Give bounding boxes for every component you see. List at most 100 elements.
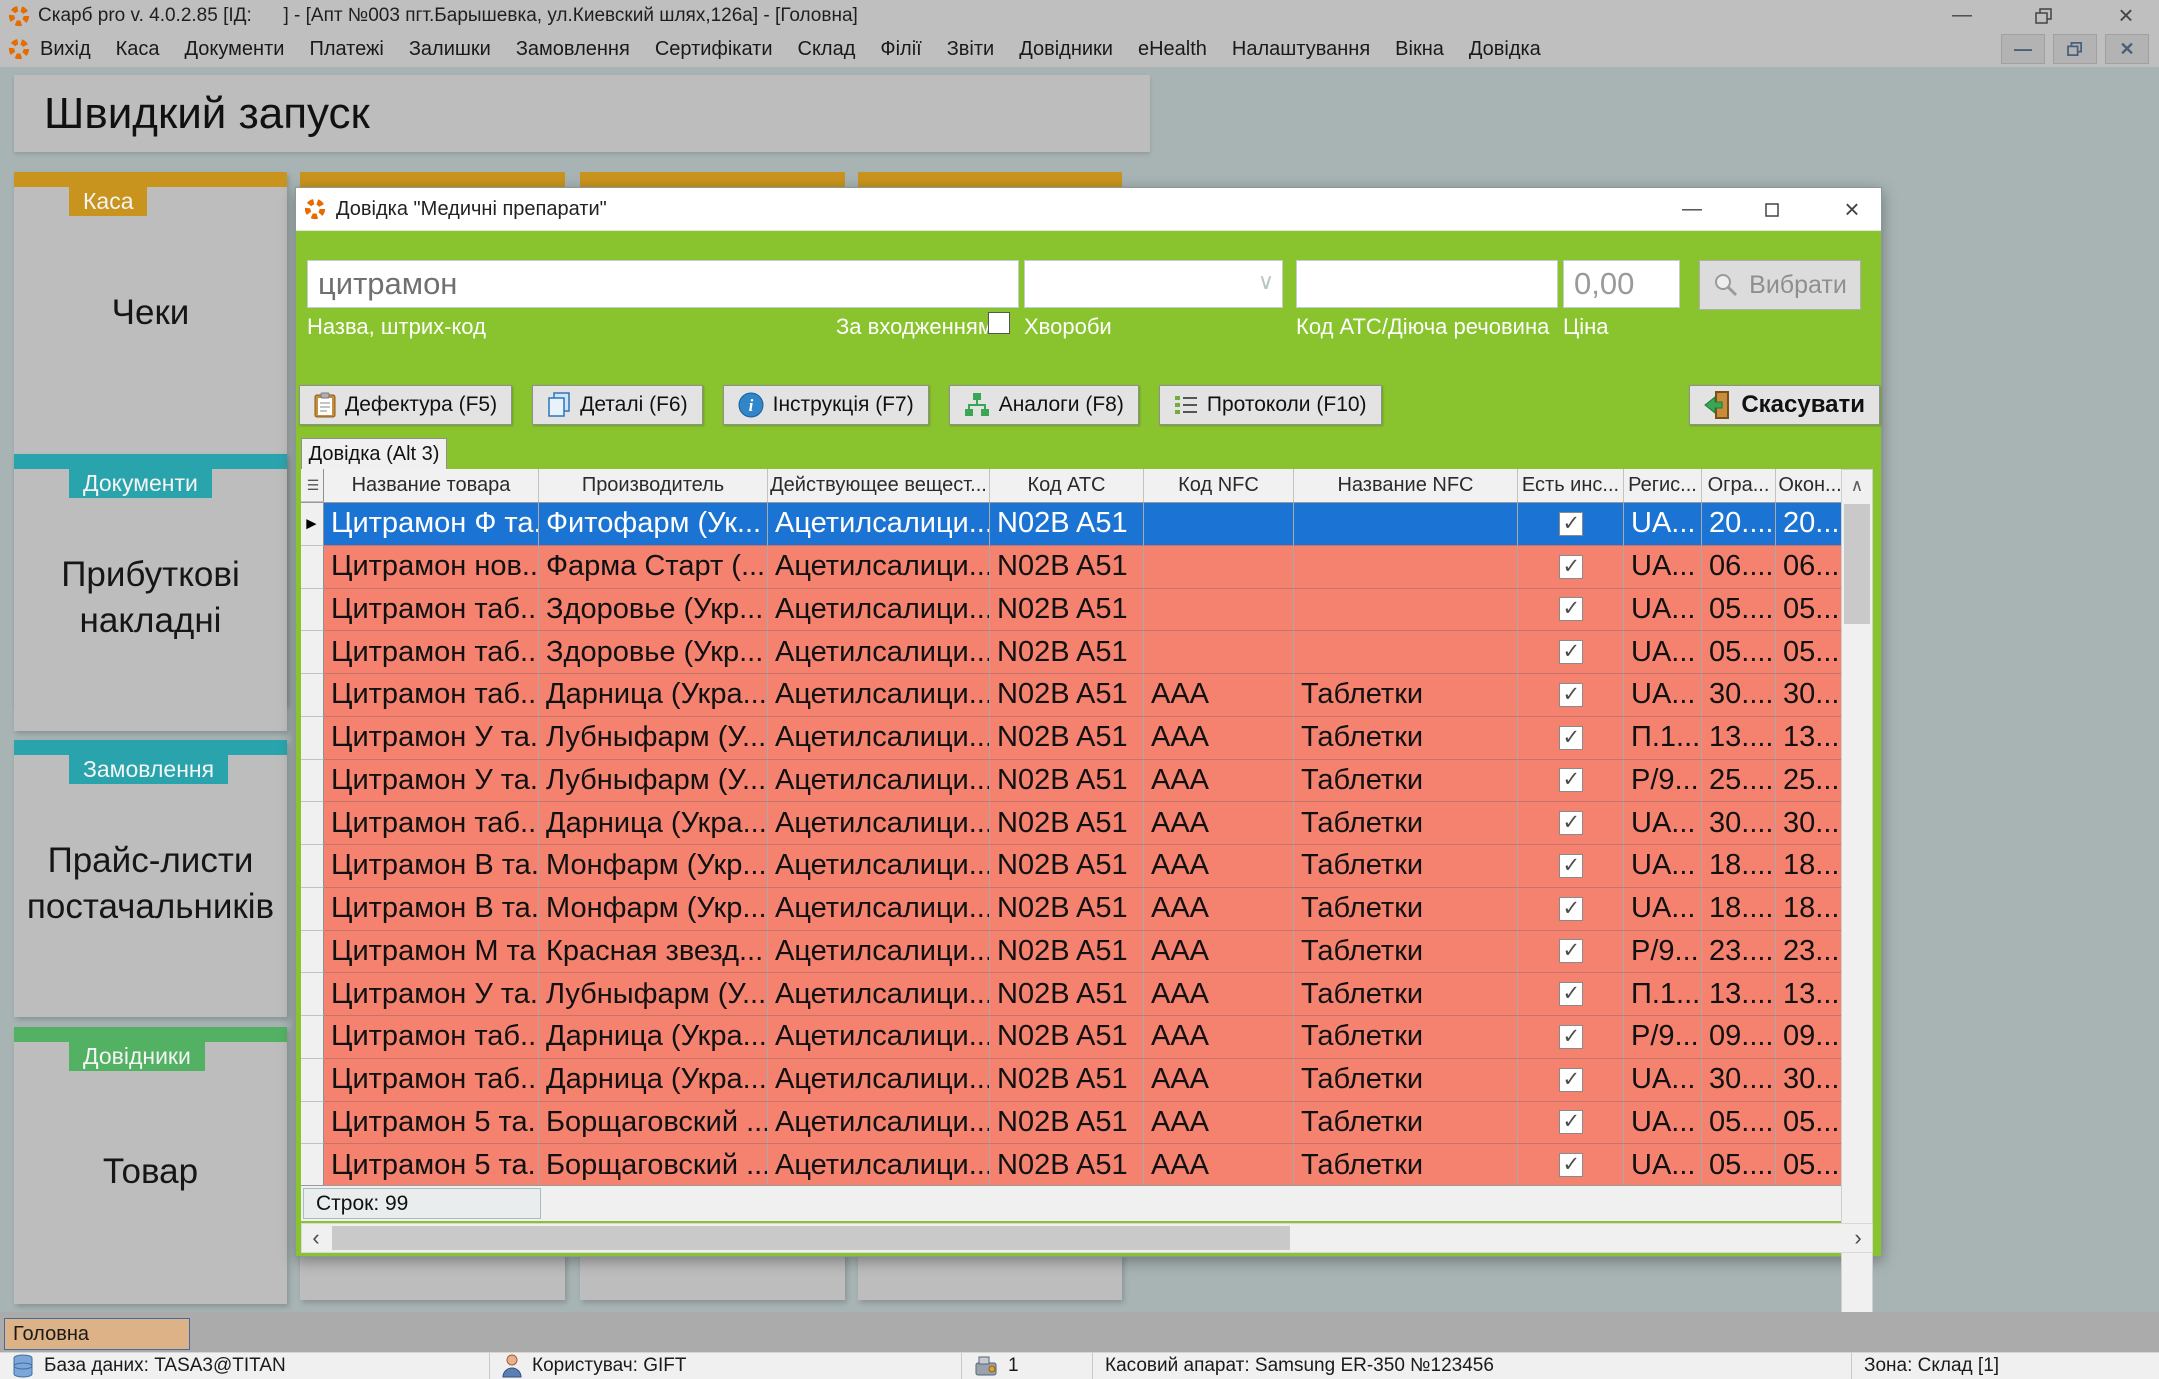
disease-combobox[interactable]: ∨ xyxy=(1024,260,1283,308)
table-row[interactable]: ► Цитрамон таб... Дарница (Укра... Ацети… xyxy=(301,1059,1844,1102)
table-row[interactable]: ► Цитрамон У та... Лубныфарм (У... Ацети… xyxy=(301,973,1844,1016)
quick-button-cheky[interactable]: Чеки xyxy=(24,290,277,336)
cell-registration: UA... xyxy=(1624,845,1702,888)
checkbox-checked-icon xyxy=(1559,1025,1583,1049)
scroll-right-icon[interactable]: › xyxy=(1844,1224,1872,1252)
cell-name: Цитрамон У та... xyxy=(324,717,539,760)
menu-item[interactable]: Замовлення xyxy=(516,38,630,61)
details-button[interactable]: Деталі (F6) xyxy=(532,385,703,425)
menu-item[interactable]: Налаштування xyxy=(1232,38,1370,61)
column-header-atc[interactable]: Код АТС xyxy=(990,469,1144,502)
tab-holovna[interactable]: Головна xyxy=(4,1318,190,1350)
column-header-nfc[interactable]: Код NFC xyxy=(1144,469,1294,502)
table-row[interactable]: ► Цитрамон таб... Дарница (Укра... Ацети… xyxy=(301,1016,1844,1059)
menu-item[interactable]: Довідники xyxy=(1019,38,1113,61)
tab-dovidka[interactable]: Довідка (Alt 3) xyxy=(301,438,447,469)
price-input[interactable] xyxy=(1563,260,1680,308)
table-row[interactable]: ► Цитрамон таб... Дарница (Укра... Ацети… xyxy=(301,674,1844,717)
cell-has-instruction xyxy=(1518,973,1624,1016)
cell-name: Цитрамон В та... xyxy=(324,845,539,888)
cancel-button[interactable]: Скасувати xyxy=(1689,385,1880,425)
table-row[interactable]: ► Цитрамон 5 та... Борщаговский ... Ацет… xyxy=(301,1102,1844,1145)
menu-item[interactable]: Залишки xyxy=(409,38,491,61)
cell-end: 13.... xyxy=(1776,973,1844,1016)
cell-nfc-name: Таблетки xyxy=(1294,1059,1518,1102)
cell-substance: Ацетилсалици... xyxy=(768,760,990,803)
column-header-registration[interactable]: Регис... xyxy=(1624,469,1702,502)
quick-button-prybutkovi[interactable]: Прибуткові накладні xyxy=(24,552,277,643)
table-row[interactable]: ► Цитрамон М та... Красная звезд... Ацет… xyxy=(301,931,1844,974)
cell-end: 30.... xyxy=(1776,1059,1844,1102)
restore-button[interactable] xyxy=(2029,3,2059,29)
table-row[interactable]: ► Цитрамон таб... Здоровье (Укр... Ацети… xyxy=(301,589,1844,632)
scroll-up-icon[interactable]: ∧ xyxy=(1842,470,1872,501)
cell-end: 30.... xyxy=(1776,674,1844,717)
cell-atc: N02B A51 xyxy=(990,1144,1144,1187)
minimize-button[interactable]: — xyxy=(1947,3,1977,29)
dialog-toolbar: Дефектура (F5) Деталі (F6) i Інструкція … xyxy=(299,385,1880,425)
column-header-name[interactable]: Название товара xyxy=(324,469,539,502)
table-row[interactable]: ► Цитрамон У та... Лубныфарм (У... Ацети… xyxy=(301,717,1844,760)
table-row[interactable]: ► Цитрамон 5 та... Борщаговский ... Ацет… xyxy=(301,1144,1844,1187)
column-header-restriction[interactable]: Огра... xyxy=(1702,469,1776,502)
table-row[interactable]: ► Цитрамон В та... Монфарм (Укр... Ацети… xyxy=(301,845,1844,888)
menu-item[interactable]: Звіти xyxy=(947,38,994,61)
column-header-manufacturer[interactable]: Производитель xyxy=(539,469,768,502)
menu-item[interactable]: Платежі xyxy=(309,38,383,61)
pick-button[interactable]: Вибрати xyxy=(1699,260,1861,310)
menu-item[interactable]: Каса xyxy=(116,38,160,61)
horizontal-scroll-thumb[interactable] xyxy=(332,1226,1290,1250)
quick-button-tovar[interactable]: Товар xyxy=(24,1149,277,1195)
menu-item[interactable]: Довідка xyxy=(1469,38,1541,61)
cell-substance: Ацетилсалици... xyxy=(768,631,990,674)
cell-has-instruction xyxy=(1518,1102,1624,1145)
horizontal-scrollbar[interactable]: ‹ › xyxy=(301,1223,1873,1253)
dialog-close-button[interactable]: × xyxy=(1837,197,1867,223)
column-header-has-instruction[interactable]: Есть инс... xyxy=(1518,469,1624,502)
cell-registration: П.1... xyxy=(1624,973,1702,1016)
protocols-button[interactable]: Протоколи (F10) xyxy=(1159,385,1382,425)
close-button[interactable]: × xyxy=(2111,3,2141,29)
menu-item[interactable]: Філії xyxy=(880,38,921,61)
table-row[interactable]: ► Цитрамон таб... Здоровье (Укр... Ацети… xyxy=(301,631,1844,674)
group-tab-zamovlennya: Замовлення xyxy=(69,754,228,784)
table-row[interactable]: ► Цитрамон таб... Дарница (Укра... Ацети… xyxy=(301,802,1844,845)
cell-registration: UA... xyxy=(1624,589,1702,632)
dialog-maximize-button[interactable] xyxy=(1757,197,1787,223)
table-row[interactable]: ► Цитрамон нов... Фарма Старт (... Ацети… xyxy=(301,546,1844,589)
cell-manufacturer: Монфарм (Укр... xyxy=(539,888,768,931)
instruction-button[interactable]: i Інструкція (F7) xyxy=(723,385,929,425)
cell-manufacturer: Лубныфарм (У... xyxy=(539,973,768,1016)
table-body: ► Цитрамон Ф та... Фитофарм (Ук... Ацети… xyxy=(301,503,1844,1187)
scroll-left-icon[interactable]: ‹ xyxy=(302,1224,330,1252)
cell-has-instruction xyxy=(1518,503,1624,546)
cell-nfc-name: Таблетки xyxy=(1294,888,1518,931)
cell-manufacturer: Дарница (Укра... xyxy=(539,1016,768,1059)
analogs-button[interactable]: Аналоги (F8) xyxy=(949,385,1139,425)
search-input[interactable] xyxy=(307,260,1019,308)
menu-item[interactable]: Склад xyxy=(798,38,856,61)
atc-code-input[interactable] xyxy=(1296,260,1558,308)
menu-item[interactable]: Сертифікати xyxy=(655,38,773,61)
cell-restriction: 20.... xyxy=(1702,503,1776,546)
cell-restriction: 18.... xyxy=(1702,845,1776,888)
mdi-minimize-button[interactable]: — xyxy=(2001,34,2045,64)
panel-bottom-stub xyxy=(300,1253,565,1300)
quick-button-price-lists[interactable]: Прайс-листи постачальників xyxy=(24,838,277,929)
mdi-restore-button[interactable] xyxy=(2053,34,2097,64)
menu-item[interactable]: Вікна xyxy=(1395,38,1444,61)
defektura-button[interactable]: Дефектура (F5) xyxy=(299,385,512,425)
menu-item[interactable]: Документи xyxy=(185,38,285,61)
dialog-minimize-button[interactable]: — xyxy=(1677,197,1707,223)
table-row[interactable]: ► Цитрамон У та... Лубныфарм (У... Ацети… xyxy=(301,760,1844,803)
menu-item[interactable]: eHealth xyxy=(1138,38,1207,61)
table-row[interactable]: ► Цитрамон В та... Монфарм (Укр... Ацети… xyxy=(301,888,1844,931)
column-header-substance[interactable]: Действующее вещест... xyxy=(768,469,990,502)
column-header-nfc-name[interactable]: Название NFC xyxy=(1294,469,1518,502)
mdi-close-button[interactable]: ✕ xyxy=(2105,34,2149,64)
vertical-scroll-thumb[interactable] xyxy=(1844,504,1870,624)
table-row[interactable]: ► Цитрамон Ф та... Фитофарм (Ук... Ацети… xyxy=(301,503,1844,546)
column-header-end[interactable]: Окон... xyxy=(1776,469,1844,502)
entry-checkbox[interactable] xyxy=(988,312,1010,334)
menu-item[interactable]: Вихід xyxy=(40,38,91,61)
